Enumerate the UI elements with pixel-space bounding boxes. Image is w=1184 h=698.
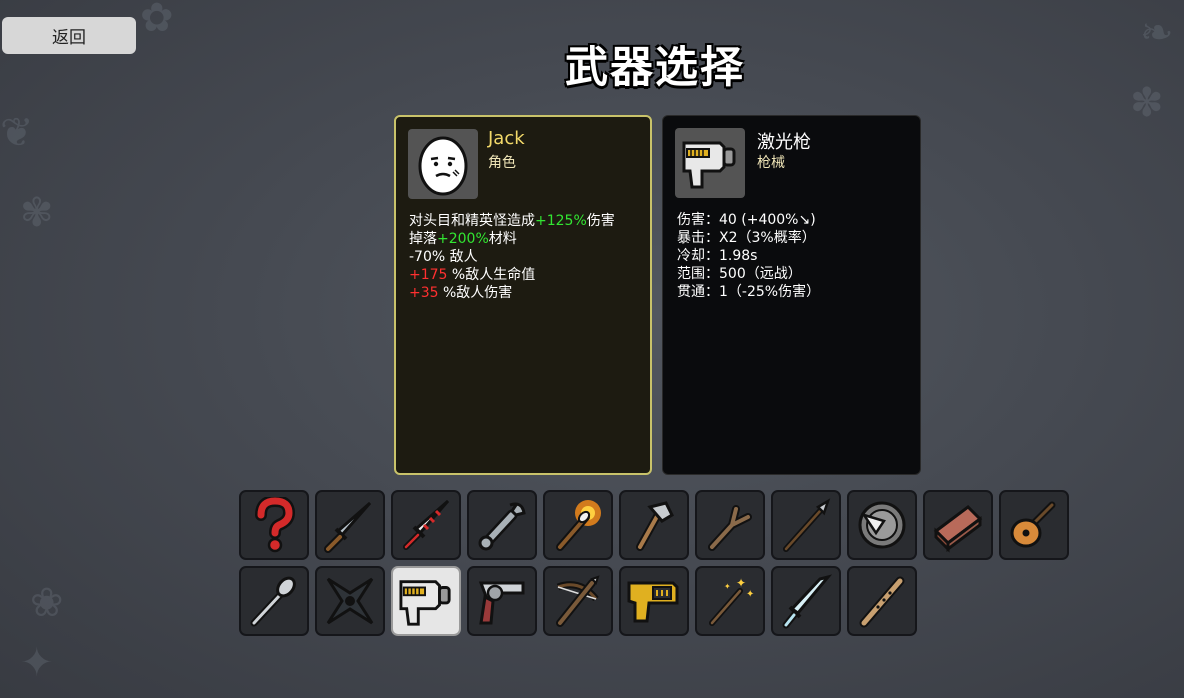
character-stat-text: %敌人生命值 (447, 267, 536, 283)
weapon-slot-spear[interactable] (771, 490, 841, 560)
egg-face-icon (418, 136, 468, 196)
revolver-icon (478, 581, 525, 625)
character-stat-line: +35 %敌人伤害 (409, 284, 615, 302)
ice-sword-icon (782, 574, 833, 629)
flute-icon (859, 576, 905, 628)
weapon-stat-damage: 伤害：40 (+400%↘) (677, 212, 816, 228)
weapon-slot-drill-spike[interactable] (391, 490, 461, 560)
character-stat-text: 对头目和精英怪造成 (409, 213, 535, 229)
weapon-stats: 伤害：40 (+400%↘) 暴击：X2（3%概率） 冷却：1.98s 范围：5… (677, 211, 820, 301)
wrench-icon (478, 502, 526, 551)
svg-text:✦: ✦ (736, 576, 746, 590)
character-stat-text: +175 (409, 267, 448, 283)
weapon-slot-axe[interactable] (619, 490, 689, 560)
character-stat-text: +125% (535, 213, 587, 229)
weapon-portrait (675, 128, 745, 198)
background-plant-icon: ✦ (20, 640, 54, 686)
drill-spike-icon (403, 499, 450, 550)
weapon-slot-stick[interactable] (695, 490, 765, 560)
weapon-slot-shuriken[interactable] (315, 566, 385, 636)
page-title: 武器选择 (565, 43, 745, 93)
weapon-type: 枪械 (757, 155, 785, 171)
character-stats: 对头目和精英怪造成+125%伤害 掉落+200%材料 -70% 敌人 +175 %敌人… (409, 212, 615, 302)
weapon-slot-torch[interactable] (543, 490, 613, 560)
taser-icon (627, 581, 679, 623)
character-stat-text: 伤害 (586, 213, 615, 229)
svg-text:✦: ✦ (746, 589, 754, 600)
brick-icon (933, 505, 983, 553)
character-name: Jack (488, 128, 525, 149)
weapon-slot-flute[interactable] (847, 566, 917, 636)
background-plant-icon: ❀ (30, 580, 64, 626)
weapon-stat-range: 范围：500（远战） (677, 266, 802, 282)
back-button[interactable]: 返回 (2, 17, 136, 54)
background-plant-icon: ❧ (1140, 10, 1174, 56)
character-stat-text: -70% 敌人 (409, 249, 478, 265)
character-panel: Jack 角色 对头目和精英怪造成+125%伤害 掉落+200%材料 -70% 敌人… (394, 115, 652, 475)
character-stat-text: +35 (409, 285, 439, 301)
character-stat-text: 掉落 (409, 231, 437, 247)
weapon-slot-crossbow[interactable] (543, 566, 613, 636)
crossbow-icon (556, 575, 600, 627)
character-stat-line: +175 %敌人生命值 (409, 266, 615, 284)
character-stat-line: -70% 敌人 (409, 248, 615, 266)
background-plant-icon: ✽ (1130, 80, 1164, 126)
weapon-panel: 激光枪 枪械 伤害：40 (+400%↘) 暴击：X2（3%概率） 冷却：1.9… (662, 115, 921, 475)
spoon-icon (250, 576, 296, 627)
background-plant-icon: ✾ (20, 190, 54, 236)
character-stat-text: 材料 (488, 231, 517, 247)
character-stat-text: +200% (437, 231, 489, 247)
lute-icon (1010, 501, 1056, 548)
background-plant-icon: ✿ (140, 0, 174, 41)
weapon-slot-magic-wand[interactable]: ✦ ✦ ✦ (695, 566, 765, 636)
weapon-slot-random[interactable] (239, 490, 309, 560)
weapon-name: 激光枪 (757, 132, 811, 153)
axe-icon (636, 501, 674, 551)
weapon-slot-taser[interactable] (619, 566, 689, 636)
weapon-stat-cooldown: 冷却：1.98s (677, 248, 758, 264)
weapon-slot-lute[interactable] (999, 490, 1069, 560)
weapon-slot-knife[interactable] (315, 490, 385, 560)
weapon-slot-wrench[interactable] (467, 490, 537, 560)
weapon-slot-laser-gun[interactable] (391, 566, 461, 636)
weapon-slot-revolver[interactable] (467, 566, 537, 636)
torch-icon (556, 500, 601, 551)
character-type: 角色 (488, 155, 516, 171)
character-portrait (408, 129, 478, 199)
spear-icon (783, 498, 831, 552)
weapon-slot-spoon[interactable] (239, 566, 309, 636)
weapon-slot-shield-spike[interactable] (847, 490, 917, 560)
shield-spike-icon (858, 501, 906, 549)
laser-gun-icon (682, 141, 736, 189)
random-question-icon (255, 497, 296, 553)
character-stat-line: 对头目和精英怪造成+125%伤害 (409, 212, 615, 230)
weapon-stat-pierce: 贯通：1（-25%伤害） (677, 284, 821, 300)
magic-wand-icon: ✦ ✦ ✦ (709, 576, 754, 626)
weapon-slot-brick[interactable] (923, 490, 993, 560)
laser-gun-icon (399, 580, 451, 626)
shuriken-icon (326, 577, 374, 625)
character-stat-text: %敌人伤害 (438, 285, 513, 301)
svg-text:✦: ✦ (724, 582, 731, 591)
stick-icon (708, 505, 752, 551)
character-stat-line: 掉落+200%材料 (409, 230, 615, 248)
knife-icon (324, 501, 372, 553)
weapon-stat-crit: 暴击：X2（3%概率） (677, 230, 816, 246)
weapon-slot-ice-sword[interactable] (771, 566, 841, 636)
background-plant-icon: ❦ (0, 110, 34, 156)
